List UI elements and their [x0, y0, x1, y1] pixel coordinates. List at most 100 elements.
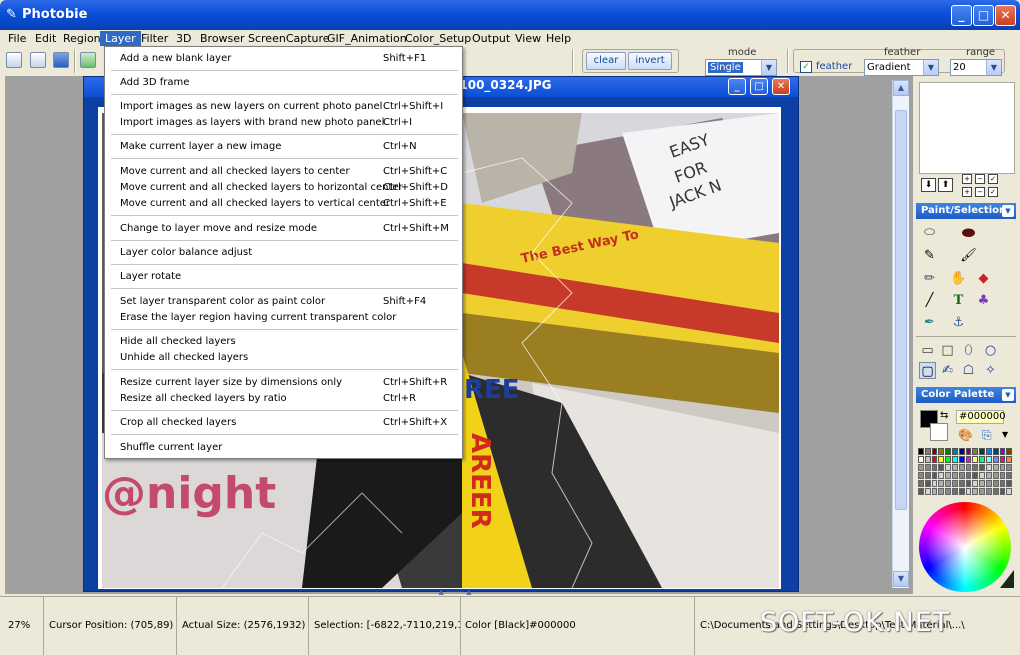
minimize-button[interactable]: _: [951, 5, 972, 26]
palette-swatch-custom[interactable]: [999, 480, 1006, 487]
doc-minimize-button[interactable]: _: [728, 78, 746, 95]
circle-select-icon[interactable]: ○: [982, 342, 999, 359]
palette-swatch[interactable]: [938, 456, 945, 463]
palette-swatch-custom[interactable]: [999, 472, 1006, 479]
layer-menu-item[interactable]: Erase the layer region having current tr…: [106, 310, 461, 326]
layer-menu-item[interactable]: Unhide all checked layers: [106, 350, 461, 366]
chevron-down-icon[interactable]: ▼: [1002, 389, 1014, 401]
chevron-down-icon[interactable]: ▼: [1002, 205, 1014, 217]
clear-button[interactable]: clear: [586, 52, 626, 70]
copy-color-icon[interactable]: ⎘: [982, 428, 992, 443]
palette-swatch-custom[interactable]: [952, 472, 958, 479]
palette-swatch[interactable]: [1006, 456, 1013, 463]
palette-swatch-custom[interactable]: [924, 480, 931, 487]
text-tool-icon[interactable]: T: [950, 292, 967, 309]
palette-swatch-custom[interactable]: [938, 472, 945, 479]
palette-swatch-custom[interactable]: [924, 472, 931, 479]
feather-checkbox[interactable]: ✓: [800, 61, 812, 73]
paint-selection-header[interactable]: Paint/Selection ▼: [916, 203, 1016, 219]
layer-menu-item[interactable]: Move current and all checked layers to h…: [106, 180, 461, 196]
scroll-thumb[interactable]: [895, 110, 907, 510]
palette-swatch-custom[interactable]: [952, 464, 958, 471]
palette-swatch-custom[interactable]: [931, 472, 938, 479]
layer-check-icon[interactable]: ✓: [988, 174, 998, 184]
palette-swatch-custom[interactable]: [958, 488, 965, 495]
mode-select[interactable]: Single ▼: [705, 59, 777, 76]
brush-icon[interactable]: ✎: [921, 247, 938, 264]
palette-swatch-custom[interactable]: [965, 464, 972, 471]
palette-swatch-custom[interactable]: [986, 480, 992, 487]
polygon-select-icon[interactable]: ☖: [960, 362, 977, 379]
palette-swatch-custom[interactable]: [931, 480, 938, 487]
palette-swatch-custom[interactable]: [979, 488, 985, 495]
feather-type-select[interactable]: Gradient ▼: [864, 59, 939, 76]
open-icon[interactable]: [30, 52, 46, 68]
save-icon[interactable]: [53, 52, 69, 68]
palette-swatch[interactable]: [918, 448, 924, 455]
palette-swatch-custom[interactable]: [972, 464, 979, 471]
palette-swatch-custom[interactable]: [965, 472, 972, 479]
palette-swatch[interactable]: [979, 456, 985, 463]
smudge-icon[interactable]: ✋: [950, 270, 967, 287]
palette-swatch[interactable]: [924, 448, 931, 455]
palette-swatch-custom[interactable]: [965, 480, 972, 487]
palette-swatch-custom[interactable]: [986, 488, 992, 495]
menu-color-setup[interactable]: Color_Setup: [400, 31, 476, 46]
ellipse-outline-icon[interactable]: ⬭: [921, 224, 938, 241]
menu-3d[interactable]: 3D: [171, 31, 196, 46]
lasso-icon[interactable]: ✍: [939, 362, 956, 379]
menu-layer[interactable]: Layer: [100, 31, 141, 46]
vertical-scrollbar[interactable]: ▲ ▼: [892, 80, 909, 588]
palette-swatch[interactable]: [986, 448, 992, 455]
layer-up-icon[interactable]: ⬆: [938, 178, 953, 192]
layer-remove-icon[interactable]: −: [975, 174, 985, 184]
palette-swatch-custom[interactable]: [999, 464, 1006, 471]
invert-button[interactable]: invert: [628, 52, 672, 70]
palette-swatch-custom[interactable]: [992, 464, 999, 471]
layer-menu-item[interactable]: Change to layer move and resize mode Ctrl…: [106, 221, 461, 237]
palette-swatch-custom[interactable]: [1006, 464, 1013, 471]
palette-swatch[interactable]: [972, 456, 979, 463]
palette-swatch-custom[interactable]: [979, 472, 985, 479]
layer-menu-item[interactable]: Layer rotate: [106, 269, 461, 285]
background-color-swatch[interactable]: [930, 423, 948, 441]
color-wheel[interactable]: [919, 502, 1011, 592]
palette-swatch-custom[interactable]: [918, 480, 924, 487]
palette-swatch[interactable]: [999, 456, 1006, 463]
doc-maximize-button[interactable]: □: [750, 78, 768, 95]
layer-menu-item[interactable]: Import images as new layers on current p…: [106, 99, 461, 115]
palette-swatch[interactable]: [958, 456, 965, 463]
menu-filter[interactable]: Filter: [136, 31, 173, 46]
menu-region[interactable]: Region: [58, 31, 106, 46]
palette-swatch-custom[interactable]: [972, 472, 979, 479]
doc-close-button[interactable]: ✕: [772, 78, 790, 95]
palette-swatch-custom[interactable]: [924, 488, 931, 495]
square-select-icon[interactable]: □: [939, 342, 956, 359]
palette-swatch[interactable]: [952, 448, 958, 455]
palette-swatch-custom[interactable]: [952, 488, 958, 495]
pencil-icon[interactable]: ✏: [921, 270, 938, 287]
palette-swatch-custom[interactable]: [958, 472, 965, 479]
color-hex-field[interactable]: #000000: [956, 410, 1006, 424]
palette-swatch[interactable]: [931, 456, 938, 463]
layer-down-icon[interactable]: ⬇: [921, 178, 936, 192]
palette-swatch-custom[interactable]: [958, 480, 965, 487]
layer-menu-item[interactable]: Add a new blank layer Shift+F1: [106, 51, 461, 67]
menu-browser[interactable]: Browser: [195, 31, 250, 46]
layer-menu-item[interactable]: Resize all checked layers by ratio Ctrl+R: [106, 391, 461, 407]
color-palette-header[interactable]: Color Palette ▼: [916, 387, 1016, 403]
scroll-up-icon[interactable]: ▲: [893, 80, 909, 96]
layer-menu-item[interactable]: Move current and all checked layers to c…: [106, 164, 461, 180]
palette-swatch-custom[interactable]: [945, 472, 951, 479]
palette-swatch-custom[interactable]: [945, 488, 951, 495]
chevron-down-icon[interactable]: ▼: [1002, 430, 1008, 439]
layer-add-icon[interactable]: +: [962, 187, 972, 197]
palette-swatch[interactable]: [931, 448, 938, 455]
layer-menu-item[interactable]: Set layer transparent color as paint col…: [106, 294, 461, 310]
layer-menu-item[interactable]: Resize current layer size by dimensions …: [106, 375, 461, 391]
eraser-icon[interactable]: ◆: [975, 270, 992, 287]
clone-icon[interactable]: ♣: [975, 292, 992, 309]
palette-swatch-custom[interactable]: [979, 480, 985, 487]
palette-swatch-custom[interactable]: [952, 480, 958, 487]
palette-swatch[interactable]: [992, 456, 999, 463]
